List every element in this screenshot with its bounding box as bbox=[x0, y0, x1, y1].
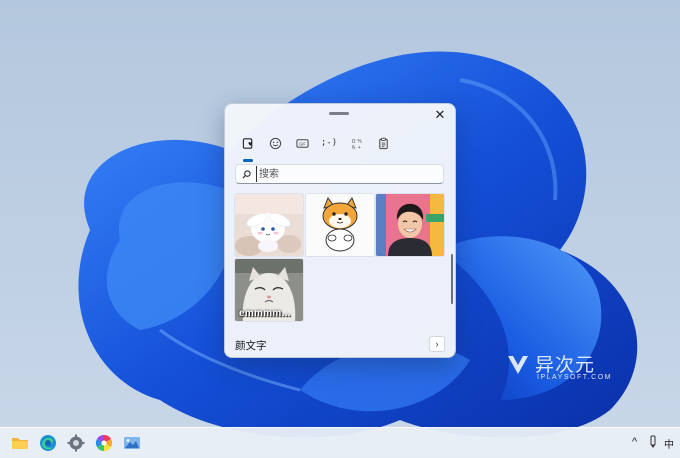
svg-text:+: + bbox=[357, 144, 361, 149]
tab-kaomoji[interactable]: ;-) bbox=[316, 132, 342, 154]
clipboard-icon bbox=[378, 137, 388, 149]
watermark-cn: 异次元 bbox=[535, 354, 596, 376]
svg-text:GIF: GIF bbox=[299, 141, 306, 146]
tab-symbols[interactable]: Ω % & + bbox=[343, 132, 369, 154]
search-icon bbox=[242, 169, 251, 179]
next-arrow-button[interactable]: › bbox=[429, 336, 445, 352]
section-label-kaomoji: 颜文字 bbox=[235, 340, 267, 352]
tab-recent[interactable] bbox=[235, 132, 261, 162]
emoji-panel: ✕ GIF ;-) Ω % & + 搜索 emmmm... 颜文字 › bbox=[224, 103, 456, 358]
file-explorer-icon bbox=[12, 438, 28, 449]
gif-item-cinnamoroll[interactable] bbox=[235, 194, 303, 256]
gif-item-cat[interactable]: emmmm... bbox=[235, 259, 303, 321]
drag-handle[interactable] bbox=[329, 112, 349, 115]
search-input[interactable] bbox=[256, 166, 439, 182]
taskbar-color-app[interactable] bbox=[94, 433, 114, 453]
pen-icon[interactable] bbox=[648, 435, 658, 449]
close-button[interactable]: ✕ bbox=[431, 106, 449, 124]
iplaysoft-logo-icon bbox=[508, 356, 528, 374]
tray-chevron-up-icon[interactable]: ^ bbox=[632, 436, 637, 448]
heart-clock-icon bbox=[242, 137, 252, 149]
svg-text:Ω: Ω bbox=[351, 138, 355, 144]
photos-icon bbox=[124, 437, 140, 449]
gif-caption: emmmm... bbox=[239, 308, 291, 319]
gif-icon: GIF bbox=[295, 138, 309, 148]
taskbar-photos[interactable] bbox=[122, 433, 142, 453]
ime-indicator[interactable]: 中 bbox=[664, 436, 674, 451]
shiba-dog-sticker-image bbox=[306, 194, 374, 256]
color-wheel-icon bbox=[95, 434, 113, 452]
gif-item-smiling-man[interactable] bbox=[376, 194, 444, 256]
svg-text:&: & bbox=[351, 144, 355, 149]
taskbar-edge[interactable] bbox=[38, 433, 58, 453]
tab-gif[interactable]: GIF bbox=[289, 132, 315, 154]
chevron-right-icon: › bbox=[435, 339, 439, 349]
svg-text:%: % bbox=[357, 138, 362, 144]
scrollbar[interactable] bbox=[451, 254, 453, 304]
taskbar-file-explorer[interactable] bbox=[10, 433, 30, 453]
search-box bbox=[235, 164, 444, 184]
taskbar-settings[interactable] bbox=[66, 433, 86, 453]
cinnamoroll-sticker-image bbox=[235, 194, 303, 256]
category-tabs: GIF ;-) Ω % & + bbox=[235, 132, 397, 162]
smiley-icon bbox=[269, 137, 281, 149]
tab-emoji[interactable] bbox=[262, 132, 288, 154]
edge-icon bbox=[40, 435, 56, 451]
settings-gear-icon bbox=[67, 434, 85, 452]
kaomoji-icon: ;-) bbox=[320, 138, 338, 148]
gif-item-shiba[interactable] bbox=[306, 194, 374, 256]
taskbar: ^ 中 bbox=[0, 427, 680, 458]
tab-clipboard[interactable] bbox=[370, 132, 396, 154]
smiling-man-photo-image bbox=[376, 194, 444, 256]
symbols-icon: Ω % & + bbox=[351, 138, 362, 149]
watermark-en: IPLAYSOFT.COM bbox=[537, 374, 612, 381]
site-watermark: 异次元 IPLAYSOFT.COM bbox=[505, 350, 625, 390]
